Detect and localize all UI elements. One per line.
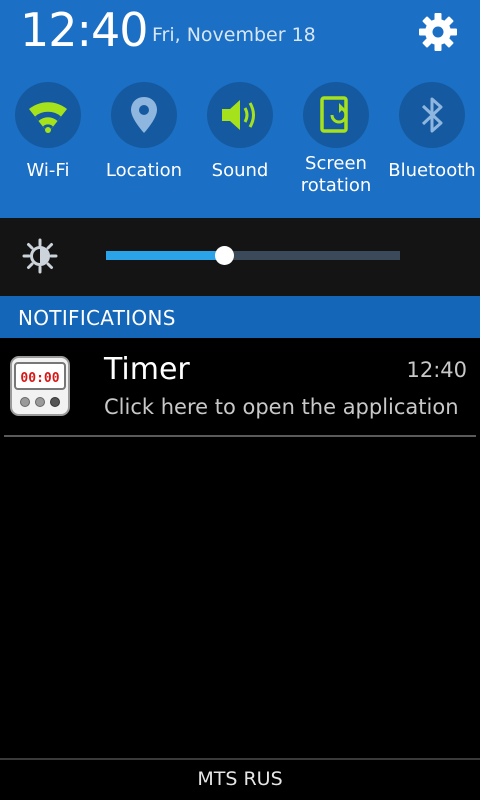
screen-rotation-icon (320, 96, 348, 133)
gear-icon (419, 13, 457, 51)
location-pin-icon (131, 97, 157, 133)
screen-rotation-toggle-circle[interactable] (303, 82, 369, 148)
wifi-icon (29, 102, 67, 133)
brightness-bar (0, 218, 480, 296)
sound-label: Sound (211, 160, 269, 181)
quick-settings-row: Wi-Fi Location Sound Screen rotation Blu… (0, 82, 480, 202)
clock: 12:40 (20, 3, 149, 57)
divider (0, 758, 480, 760)
timer-app-icon: 00:00 (10, 356, 70, 416)
screen-rotation-toggle[interactable]: Screen rotation (288, 82, 384, 197)
notification-text: Click here to open the application (104, 395, 459, 419)
speaker-icon (222, 100, 255, 130)
timer-display-text: 00:00 (20, 371, 59, 386)
notification-time: 12:40 (406, 358, 467, 382)
carrier-label: MTS RUS (197, 768, 283, 790)
wifi-toggle[interactable]: Wi-Fi (0, 82, 96, 182)
brightness-slider-fill (106, 251, 224, 260)
bluetooth-toggle[interactable]: Bluetooth (384, 82, 480, 182)
brightness-slider[interactable] (106, 246, 400, 265)
bluetooth-icon (421, 97, 443, 133)
notification-title: Timer (104, 352, 190, 387)
location-label: Location (105, 160, 183, 181)
location-toggle[interactable]: Location (96, 82, 192, 182)
bluetooth-toggle-circle[interactable] (399, 82, 465, 148)
wifi-toggle-circle[interactable] (15, 82, 81, 148)
wifi-label: Wi-Fi (26, 160, 70, 181)
bluetooth-label: Bluetooth (388, 160, 476, 181)
notifications-header: NOTIFICATIONS (0, 296, 480, 338)
settings-button[interactable] (416, 10, 460, 54)
date: Fri, November 18 (152, 24, 316, 46)
sun-icon[interactable] (22, 238, 58, 274)
sound-toggle[interactable]: Sound (192, 82, 288, 182)
screen-rotation-label: Screen rotation (300, 153, 372, 196)
quick-panel: 12:40 Fri, November 18 Wi-Fi Location So… (0, 0, 480, 218)
divider (4, 435, 476, 437)
location-toggle-circle[interactable] (111, 82, 177, 148)
sound-toggle-circle[interactable] (207, 82, 273, 148)
brightness-slider-thumb[interactable] (214, 246, 234, 265)
notification-timer[interactable]: 00:00 Timer 12:40 Click here to open the… (0, 338, 480, 437)
